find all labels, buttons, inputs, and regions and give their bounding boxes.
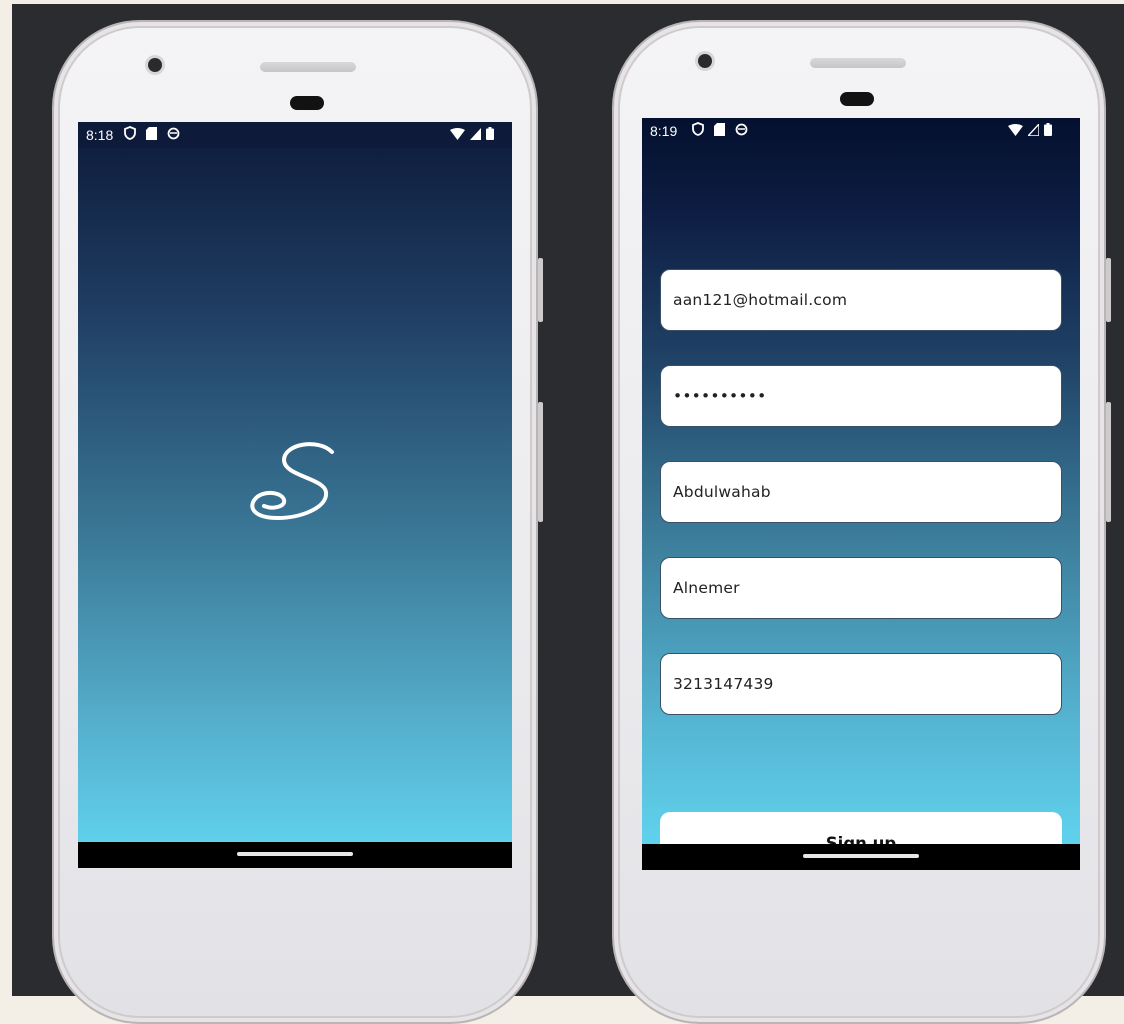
- emulator-canvas: 8:18 8:19 aan121@hotmail.com •••••••••• …: [12, 4, 1124, 1024]
- phone-side-button: [1106, 258, 1111, 322]
- home-gesture-handle[interactable]: [803, 854, 919, 858]
- phone-side-button: [538, 258, 543, 322]
- status-time: 8:18: [86, 127, 114, 143]
- app-logo: [244, 440, 344, 522]
- battery-icon: [486, 127, 494, 143]
- proximity-sensor: [290, 96, 324, 110]
- navigation-bar: [78, 842, 512, 868]
- wifi-icon: [1008, 123, 1023, 139]
- phone-frame-splash: 8:18: [52, 20, 543, 1024]
- battery-icon: [1044, 123, 1052, 139]
- last-name-input[interactable]: [661, 558, 1061, 618]
- phone-frame-signup: 8:19 aan121@hotmail.com •••••••••• Abdul…: [612, 20, 1111, 1024]
- navigation-bar: [642, 844, 1080, 870]
- password-field[interactable]: [660, 365, 1062, 427]
- shield-icon: [124, 126, 136, 143]
- last-name-field[interactable]: [660, 557, 1062, 619]
- signal-icon: [470, 127, 481, 143]
- phone-side-button: [538, 402, 543, 522]
- front-camera: [148, 58, 162, 72]
- first-name-field[interactable]: [660, 461, 1062, 523]
- wifi-icon: [450, 127, 465, 143]
- status-time: 8:19: [650, 123, 678, 139]
- home-gesture-handle[interactable]: [237, 852, 353, 856]
- signup-screen: 8:19 aan121@hotmail.com •••••••••• Abdul…: [642, 118, 1080, 870]
- sd-card-icon: [714, 122, 725, 139]
- front-camera: [698, 54, 712, 68]
- signal-icon: [1026, 122, 1040, 139]
- sync-icon: [735, 123, 748, 139]
- email-input[interactable]: [661, 270, 1061, 330]
- status-bar: 8:19: [642, 118, 1080, 144]
- status-bar: 8:18: [78, 122, 512, 148]
- shield-icon: [692, 122, 704, 139]
- splash-screen: 8:18: [78, 122, 512, 868]
- sync-icon: [167, 127, 180, 143]
- earpiece-speaker: [810, 58, 906, 68]
- phone-number-field[interactable]: [660, 653, 1062, 715]
- phone-side-button: [1106, 402, 1111, 522]
- first-name-input[interactable]: [661, 462, 1061, 522]
- proximity-sensor: [840, 92, 874, 106]
- phone-number-input[interactable]: [661, 654, 1061, 714]
- earpiece-speaker: [260, 62, 356, 72]
- logo-script-s-icon: [250, 442, 334, 520]
- password-input[interactable]: [661, 366, 1061, 426]
- email-field[interactable]: [660, 269, 1062, 331]
- sd-card-icon: [146, 126, 157, 143]
